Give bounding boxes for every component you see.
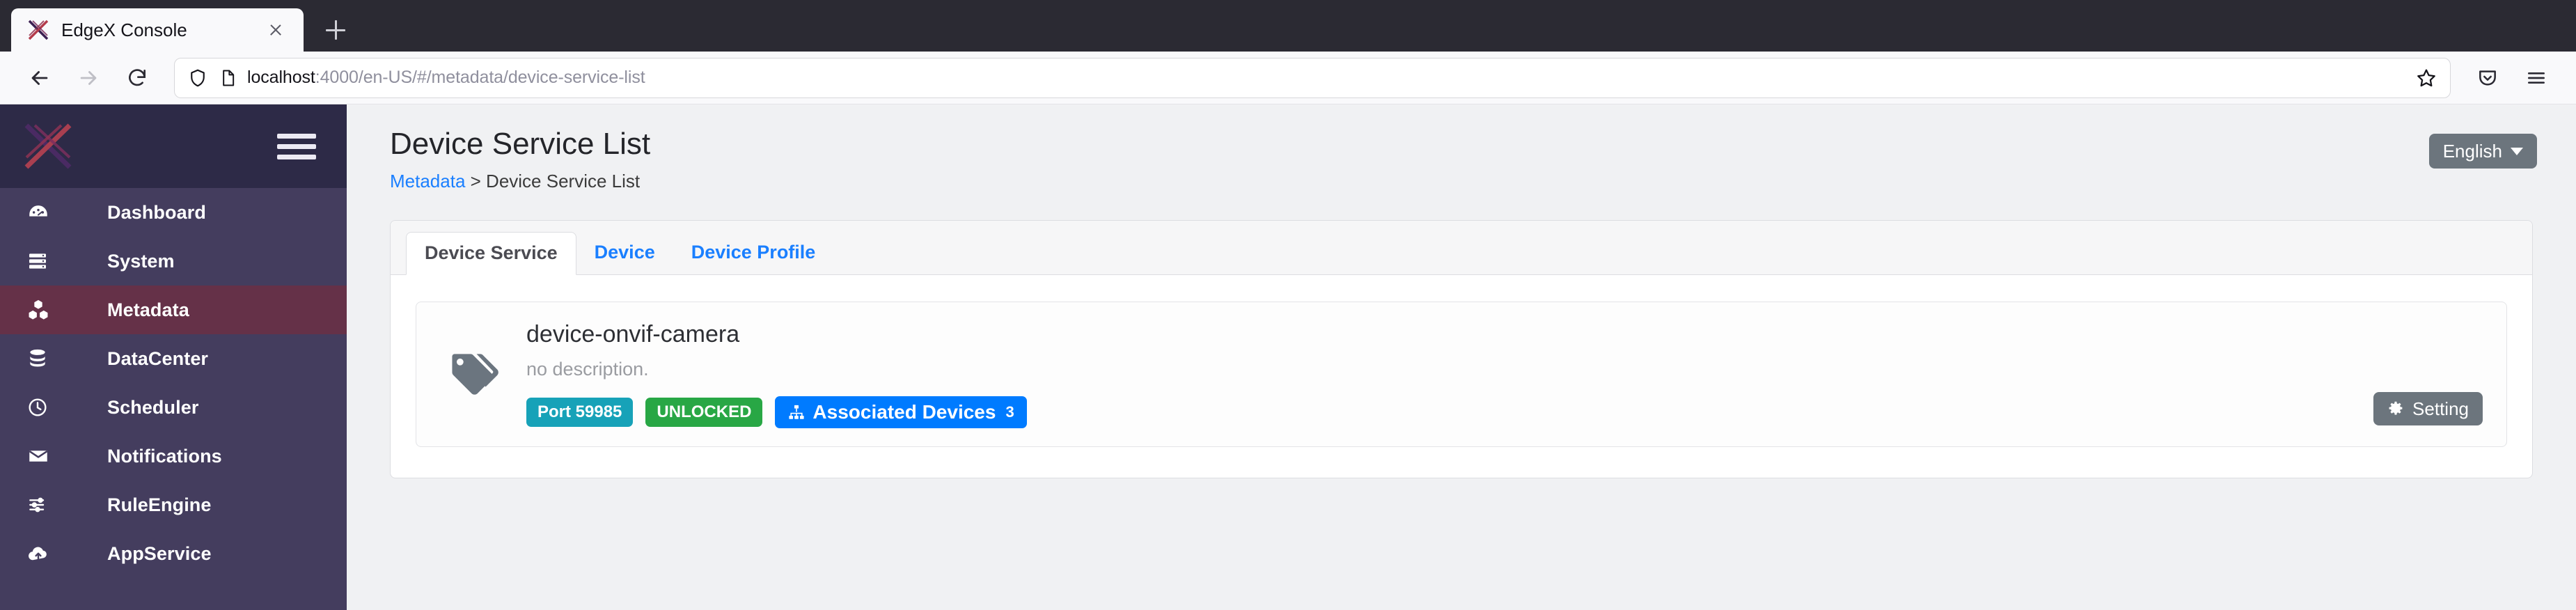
breadcrumb-separator: > <box>465 170 487 191</box>
tab-device-service[interactable]: Device Service <box>406 231 576 275</box>
tab-bar: Device Service Device Device Profile <box>391 220 2532 275</box>
dashboard-gauge-icon <box>26 201 64 224</box>
device-service-info: device-onvif-camera no description. Port… <box>507 320 2483 428</box>
tab-label: Device Service <box>425 242 558 264</box>
envelope-icon <box>26 444 64 468</box>
url-path: :4000/en-US/#/metadata/device-service-li… <box>315 68 645 87</box>
boxes-cubes-icon <box>26 298 64 322</box>
status-badge-port: Port 59985 <box>526 397 634 427</box>
sidebar-item-system[interactable]: System <box>0 237 347 286</box>
cloud-upload-icon <box>26 542 64 565</box>
breadcrumb-current: Device Service List <box>486 170 641 191</box>
chevron-down-icon <box>2511 147 2523 155</box>
browser-tab-title: EdgeX Console <box>61 19 187 40</box>
edgex-x-logo-icon <box>26 18 50 42</box>
sidebar-item-label: System <box>107 250 175 272</box>
main-content: Device Service List Metadata > Device Se… <box>347 104 2576 610</box>
url-bar[interactable]: localhost:4000/en-US/#/metadata/device-s… <box>174 57 2451 98</box>
sidebar-header <box>0 104 347 188</box>
sidebar: Dashboard System Metadata DataCenter Sch… <box>0 104 347 610</box>
sidebar-item-label: AppService <box>107 542 212 564</box>
panel-wrapper: Device Service Device Device Profile dev… <box>347 192 2576 610</box>
language-dropdown[interactable]: English <box>2428 134 2537 169</box>
tab-label: Device Profile <box>691 242 816 263</box>
tags-icon <box>440 347 507 401</box>
server-rack-icon <box>26 250 64 272</box>
database-icon <box>26 347 64 370</box>
url-text: localhost:4000/en-US/#/metadata/device-s… <box>247 68 2405 88</box>
sidebar-item-datacenter[interactable]: DataCenter <box>0 334 347 383</box>
browser-tab[interactable]: EdgeX Console <box>11 8 304 52</box>
sliders-icon <box>26 494 64 516</box>
sidebar-item-appservice[interactable]: AppService <box>0 529 347 578</box>
sidebar-toggle-hamburger-icon[interactable] <box>277 131 316 162</box>
badge-label: UNLOCKED <box>657 402 752 421</box>
sidebar-item-label: Notifications <box>107 445 222 467</box>
sidebar-item-label: DataCenter <box>107 347 209 369</box>
tab-label: Device <box>594 242 655 263</box>
page-document-icon[interactable] <box>218 68 237 88</box>
gear-icon <box>2387 400 2404 417</box>
url-host: localhost <box>247 68 315 87</box>
badge-label: Associated Devices <box>812 400 996 423</box>
page-title: Device Service List <box>390 127 651 161</box>
badge-group: Port 59985 UNLOCKED Associated Devices 3 <box>526 396 2483 428</box>
app-shell: Dashboard System Metadata DataCenter Sch… <box>0 104 2576 610</box>
clock-icon <box>26 396 64 419</box>
setting-button[interactable]: Setting <box>2373 391 2483 425</box>
star-icon[interactable] <box>2415 67 2437 89</box>
page-header: Device Service List Metadata > Device Se… <box>347 104 2576 192</box>
status-badge-lock-state: UNLOCKED <box>645 397 763 427</box>
sitemap-icon <box>787 403 806 421</box>
shield-icon[interactable] <box>187 68 208 88</box>
language-label: English <box>2442 141 2502 162</box>
reload-icon[interactable] <box>116 56 159 100</box>
forward-arrow-icon <box>67 56 110 100</box>
sidebar-item-metadata[interactable]: Metadata <box>0 286 347 334</box>
associated-devices-count: 3 <box>1005 402 1014 421</box>
edgex-x-logo-icon[interactable] <box>21 121 75 171</box>
panel-body: device-onvif-camera no description. Port… <box>391 275 2532 478</box>
sidebar-item-notifications[interactable]: Notifications <box>0 432 347 480</box>
close-icon[interactable] <box>263 17 288 42</box>
browser-toolbar: localhost:4000/en-US/#/metadata/device-s… <box>0 52 2576 104</box>
pocket-save-icon[interactable] <box>2466 56 2509 100</box>
setting-label: Setting <box>2412 398 2469 419</box>
breadcrumb: Metadata > Device Service List <box>390 171 2533 192</box>
tab-device[interactable]: Device <box>576 231 673 274</box>
sidebar-item-dashboard[interactable]: Dashboard <box>0 188 347 237</box>
associated-devices-button[interactable]: Associated Devices 3 <box>775 396 1027 428</box>
browser-tab-strip: EdgeX Console <box>0 0 2576 52</box>
tab-device-profile[interactable]: Device Profile <box>673 231 834 274</box>
device-service-description: no description. <box>526 359 649 380</box>
device-service-panel: Device Service Device Device Profile dev… <box>390 219 2533 478</box>
badge-label: Port 59985 <box>537 402 622 421</box>
sidebar-item-label: Dashboard <box>107 201 206 223</box>
device-service-name: device-onvif-camera <box>526 320 740 347</box>
sidebar-item-label: Metadata <box>107 299 189 320</box>
sidebar-item-scheduler[interactable]: Scheduler <box>0 383 347 432</box>
hamburger-menu-icon[interactable] <box>2515 56 2558 100</box>
breadcrumb-link-metadata[interactable]: Metadata <box>390 171 465 191</box>
sidebar-item-ruleengine[interactable]: RuleEngine <box>0 480 347 529</box>
sidebar-item-label: RuleEngine <box>107 494 212 515</box>
sidebar-item-label: Scheduler <box>107 396 199 418</box>
new-tab-button[interactable] <box>313 8 358 52</box>
back-arrow-icon[interactable] <box>18 56 61 100</box>
device-service-card[interactable]: device-onvif-camera no description. Port… <box>416 301 2507 447</box>
browser-window: EdgeX Console localhost:4000/en-US/#/met… <box>0 0 2576 610</box>
